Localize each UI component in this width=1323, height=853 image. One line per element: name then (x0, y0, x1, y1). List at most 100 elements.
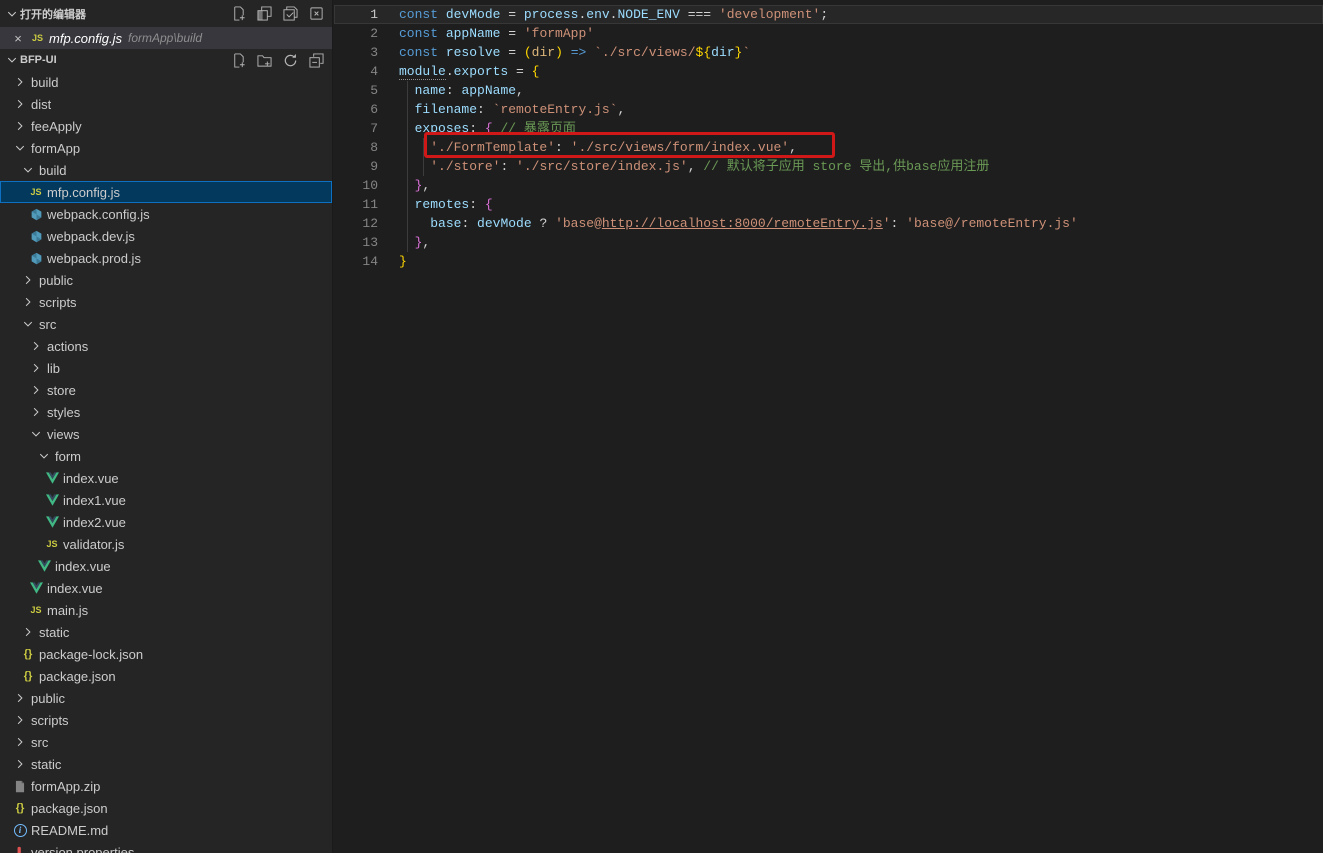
open-editor-item[interactable]: × JS mfp.config.js formApp\build (0, 27, 332, 49)
explorer-root-header[interactable]: BFP-UI (0, 49, 332, 71)
code-line-14[interactable]: } (334, 252, 1323, 271)
vue-file-icon (44, 514, 60, 530)
close-icon[interactable]: × (10, 30, 26, 46)
js-file-icon: JS (28, 184, 44, 200)
chevron-right-icon (12, 756, 28, 772)
tree-item-label: scripts (39, 295, 77, 310)
url-link: http://localhost:8000/remoteEntry.js (602, 216, 883, 231)
js-file-icon: JS (44, 536, 60, 552)
tree-item-label: index.vue (63, 471, 119, 486)
workspace-title: BFP-UI (20, 54, 57, 66)
code-line-8[interactable]: './FormTemplate': './src/views/form/inde… (334, 138, 1323, 157)
code-line-13[interactable]: }, (334, 233, 1323, 252)
tree-file-index.vue[interactable]: index.vue (0, 555, 332, 577)
chevron-down-icon (36, 448, 52, 464)
tree-file-README.md[interactable]: iREADME.md (0, 819, 332, 841)
close-all-editors-icon[interactable] (308, 6, 324, 22)
tree-file-webpack.dev.js[interactable]: webpack.dev.js (0, 225, 332, 247)
tree-item-label: public (39, 273, 73, 288)
code-line-10[interactable]: }, (334, 176, 1323, 195)
tree-item-label: form (55, 449, 81, 464)
tree-item-label: views (47, 427, 80, 442)
tree-folder-scripts[interactable]: scripts (0, 709, 332, 731)
code-line-2[interactable]: const appName = 'formApp' (334, 24, 1323, 43)
tree-folder-dist[interactable]: dist (0, 93, 332, 115)
tree-folder-build[interactable]: build (0, 71, 332, 93)
tree-file-validator.js[interactable]: JSvalidator.js (0, 533, 332, 555)
tree-folder-formApp[interactable]: formApp (0, 137, 332, 159)
tree-item-label: package-lock.json (39, 647, 143, 662)
open-editors-title: 打开的编辑器 (20, 6, 86, 22)
code-content[interactable]: const devMode = process.env.NODE_ENV ===… (334, 5, 1323, 271)
chevron-down-icon (20, 316, 36, 332)
tree-folder-actions[interactable]: actions (0, 335, 332, 357)
tree-file-index.vue[interactable]: index.vue (0, 577, 332, 599)
tree-item-label: build (39, 163, 66, 178)
code-line-12[interactable]: base: devMode ? 'base@http://localhost:8… (334, 214, 1323, 233)
code-line-5[interactable]: name: appName, (334, 81, 1323, 100)
new-file-icon[interactable] (230, 52, 246, 68)
chevron-right-icon (28, 382, 44, 398)
tree-folder-views[interactable]: views (0, 423, 332, 445)
new-folder-icon[interactable] (256, 52, 272, 68)
code-line-9[interactable]: './store': './src/store/index.js', // 默认… (334, 157, 1323, 176)
tree-file-index2.vue[interactable]: index2.vue (0, 511, 332, 533)
code-line-3[interactable]: const resolve = (dir) => `./src/views/${… (334, 43, 1323, 62)
chevron-right-icon (12, 118, 28, 134)
code-line-11[interactable]: remotes: { (334, 195, 1323, 214)
tree-file-package.json[interactable]: {}package.json (0, 665, 332, 687)
tree-file-webpack.config.js[interactable]: webpack.config.js (0, 203, 332, 225)
code-line-6[interactable]: filename: `remoteEntry.js`, (334, 100, 1323, 119)
vue-file-icon (44, 492, 60, 508)
tree-item-label: mfp.config.js (47, 185, 120, 200)
tree-item-label: static (31, 757, 61, 772)
tree-folder-src[interactable]: src (0, 731, 332, 753)
tree-file-index.vue[interactable]: index.vue (0, 467, 332, 489)
js-file-icon: JS (32, 33, 43, 43)
chevron-right-icon (20, 294, 36, 310)
tree-folder-static[interactable]: static (0, 753, 332, 775)
tree-folder-styles[interactable]: styles (0, 401, 332, 423)
tree-file-package.json[interactable]: {}package.json (0, 797, 332, 819)
tree-item-label: webpack.prod.js (47, 251, 141, 266)
open-editors-header[interactable]: 打开的编辑器 (0, 0, 332, 27)
tree-file-webpack.prod.js[interactable]: webpack.prod.js (0, 247, 332, 269)
refresh-explorer-icon[interactable] (282, 52, 298, 68)
code-line-1[interactable]: const devMode = process.env.NODE_ENV ===… (334, 5, 1323, 24)
chevron-down-icon (28, 426, 44, 442)
code-editor[interactable]: 1234567891011121314 const devMode = proc… (334, 0, 1323, 853)
tree-folder-build[interactable]: build (0, 159, 332, 181)
tree-file-version.properties[interactable]: version.properties (0, 841, 332, 853)
tree-item-label: README.md (31, 823, 108, 838)
tree-folder-static[interactable]: static (0, 621, 332, 643)
webpack-file-icon (28, 228, 44, 244)
tree-file-formApp.zip[interactable]: formApp.zip (0, 775, 332, 797)
tree-item-label: dist (31, 97, 51, 112)
toggle-editor-layout-icon[interactable] (256, 6, 272, 22)
properties-file-icon (12, 844, 28, 853)
tree-folder-feeApply[interactable]: feeApply (0, 115, 332, 137)
tree-item-label: index.vue (47, 581, 103, 596)
tree-file-main.js[interactable]: JSmain.js (0, 599, 332, 621)
tree-item-label: lib (47, 361, 60, 376)
tree-folder-public[interactable]: public (0, 687, 332, 709)
tree-folder-src[interactable]: src (0, 313, 332, 335)
tree-file-index1.vue[interactable]: index1.vue (0, 489, 332, 511)
new-untitled-file-icon[interactable] (230, 6, 246, 22)
code-line-4[interactable]: module.exports = { (334, 62, 1323, 81)
tree-file-mfp.config.js[interactable]: JSmfp.config.js (0, 181, 332, 203)
tree-file-package-lock.json[interactable]: {}package-lock.json (0, 643, 332, 665)
code-line-7[interactable]: exposes: { // 暴露页面 (334, 119, 1323, 138)
tree-item-label: package.json (31, 801, 108, 816)
tree-folder-form[interactable]: form (0, 445, 332, 467)
vue-file-icon (44, 470, 60, 486)
tree-folder-scripts[interactable]: scripts (0, 291, 332, 313)
tree-folder-lib[interactable]: lib (0, 357, 332, 379)
tree-folder-store[interactable]: store (0, 379, 332, 401)
chevron-right-icon (12, 74, 28, 90)
open-editors-actions (230, 0, 324, 27)
explorer-sidebar: 打开的编辑器 × JS mfp.config.js formApp\build … (0, 0, 333, 853)
collapse-folders-icon[interactable] (308, 52, 324, 68)
save-all-icon[interactable] (282, 6, 298, 22)
tree-folder-public[interactable]: public (0, 269, 332, 291)
